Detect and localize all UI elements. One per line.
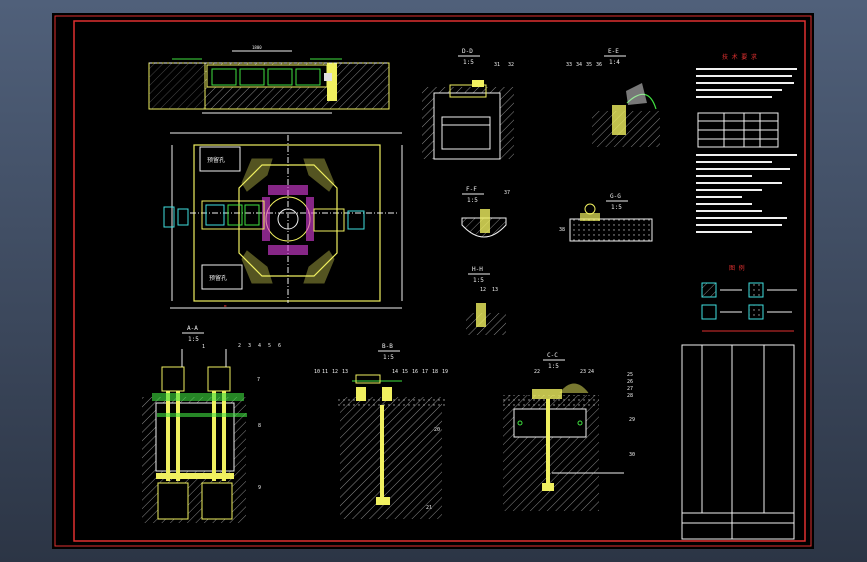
part-aa-7: 7 <box>257 377 260 383</box>
section-bb-scale: 1:5 <box>383 354 394 361</box>
section-gg-label: G-G <box>610 193 621 200</box>
plan-label-a: 预留孔 <box>207 156 225 164</box>
section-hh: H-H 1:5 12 13 <box>466 266 506 335</box>
section-ff-scale: 1:5 <box>467 197 478 204</box>
part-35: 35 <box>586 62 592 68</box>
part-bb-14: 14 <box>392 369 398 375</box>
part-bb-11: 11 <box>322 369 328 375</box>
cad-viewport: 1800 预留孔 预留孔 ▬ D-D 1:5 31 32 E-E 1:4 33 … <box>0 0 867 562</box>
section-cc: C-C 1:5 22 23 24 25 26 27 28 29 30 <box>503 352 635 511</box>
part-cc-23: 23 <box>580 369 586 375</box>
part-31: 31 <box>494 62 500 68</box>
section-hh-scale: 1:5 <box>473 277 484 284</box>
part-aa-2: 2 <box>238 343 241 349</box>
section-gg-scale: 1:5 <box>611 204 622 211</box>
section-bb-label: B-B <box>382 343 393 350</box>
part-33: 33 <box>566 62 572 68</box>
top-elevation: 1800 <box>148 45 390 114</box>
part-37: 37 <box>504 190 510 196</box>
section-dd-label: D-D <box>462 48 473 55</box>
section-aa-scale: 1:5 <box>188 336 199 343</box>
section-aa-label: A-A <box>187 325 198 332</box>
part-cc-28: 28 <box>627 393 633 399</box>
part-cc-27: 27 <box>627 386 633 392</box>
part-32: 32 <box>508 62 514 68</box>
section-cc-scale: 1:5 <box>548 363 559 370</box>
notes-title: 技 术 要 求 <box>722 53 757 61</box>
drawing-sheet: 1800 预留孔 预留孔 ▬ D-D 1:5 31 32 E-E 1:4 33 … <box>52 13 814 549</box>
technical-notes: 技 术 要 求 <box>696 53 797 233</box>
section-ee: E-E 1:4 33 34 35 36 <box>566 48 660 147</box>
part-bb-17: 17 <box>422 369 428 375</box>
part-bb-18: 18 <box>432 369 438 375</box>
part-cc-29: 29 <box>629 417 635 423</box>
part-aa-8: 8 <box>258 423 261 429</box>
part-38: 38 <box>559 227 565 233</box>
part-aa-9: 9 <box>258 485 261 491</box>
section-dd-scale: 1:5 <box>463 59 474 66</box>
legend: 图 例 <box>701 264 797 332</box>
part-bb-19: 19 <box>442 369 448 375</box>
part-aa-6: 6 <box>278 343 281 349</box>
section-ff-label: F-F <box>466 186 477 193</box>
part-bb-12: 12 <box>332 369 338 375</box>
part-cc-22: 22 <box>534 369 540 375</box>
part-bb-10: 10 <box>314 369 320 375</box>
part-cc-26: 26 <box>627 379 633 385</box>
part-hh-12: 12 <box>480 287 486 293</box>
plan-label-b: 预留孔 <box>209 274 227 282</box>
svg-text:▬: ▬ <box>224 303 227 308</box>
section-gg: G-G 1:5 38 <box>559 193 653 242</box>
svg-text:1800: 1800 <box>252 45 262 50</box>
part-36: 36 <box>596 62 602 68</box>
parts-table <box>681 344 795 540</box>
section-hh-label: H-H <box>472 266 483 273</box>
section-cc-label: C-C <box>547 352 558 359</box>
section-bb: B-B 1:5 10 11 12 13 14 15 16 17 18 19 20… <box>314 343 448 519</box>
part-aa-1: 1 <box>202 344 205 350</box>
part-aa-3: 3 <box>248 343 251 349</box>
section-ee-scale: 1:4 <box>609 59 620 66</box>
cad-drawing: 1800 预留孔 预留孔 ▬ D-D 1:5 31 32 E-E 1:4 33 … <box>54 15 812 547</box>
plan-view: 预留孔 预留孔 ▬ <box>163 132 403 309</box>
part-aa-5: 5 <box>268 343 271 349</box>
part-bb-13: 13 <box>342 369 348 375</box>
part-cc-24: 24 <box>588 369 594 375</box>
part-hh-13: 13 <box>492 287 498 293</box>
part-cc-25: 25 <box>627 372 633 378</box>
part-34: 34 <box>576 62 582 68</box>
part-bb-16: 16 <box>412 369 418 375</box>
part-bb-15: 15 <box>402 369 408 375</box>
section-ff: F-F 1:5 37 <box>461 186 510 238</box>
section-ee-label: E-E <box>608 48 619 55</box>
section-aa: A-A 1:5 1 2 3 4 5 6 7 8 9 <box>142 325 281 523</box>
part-aa-4: 4 <box>258 343 261 349</box>
part-cc-30: 30 <box>629 452 635 458</box>
section-dd: D-D 1:5 31 32 <box>422 48 514 160</box>
legend-title: 图 例 <box>729 264 745 272</box>
